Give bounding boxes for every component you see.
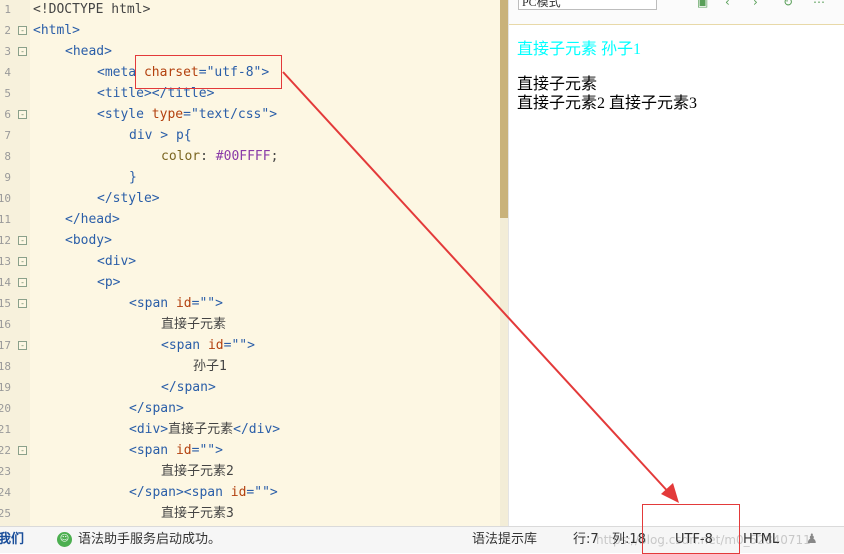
annotation-arrow-line bbox=[282, 71, 673, 497]
annotation-arrow bbox=[282, 71, 679, 503]
